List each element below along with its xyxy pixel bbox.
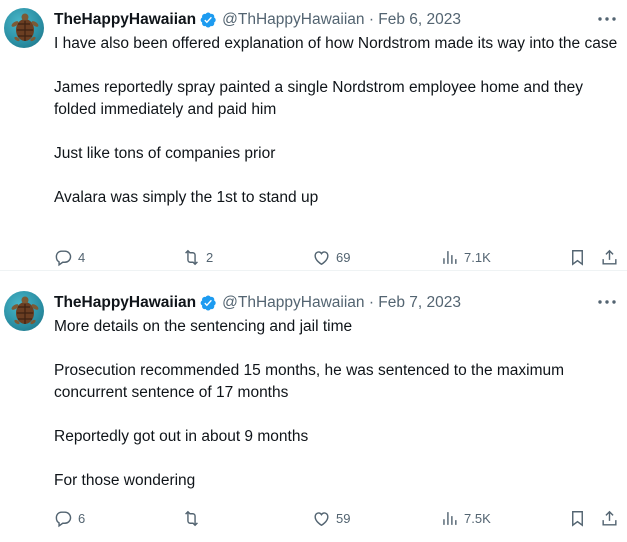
reply-count: 6 [78,510,86,526]
tweet-text: More details on the sentencing and jail … [54,316,622,492]
more-icon[interactable] [597,295,617,309]
display-name[interactable]: TheHappyHawaiian [54,11,196,29]
retweet-count: 2 [206,249,214,265]
bookmark-button[interactable] [568,248,587,267]
tweet[interactable]: TheHappyHawaiian @ThHappyHawaiian · Feb … [0,0,627,271]
like-button[interactable]: 59 [312,509,350,528]
reply-button[interactable]: 4 [54,248,85,267]
display-name[interactable]: TheHappyHawaiian [54,294,196,312]
like-icon [314,511,329,526]
verified-badge-icon[interactable] [199,294,217,312]
tweet-paragraph: Prosecution recommended 15 months, he wa… [54,362,565,401]
action-bar: 6 59 7.5K [54,507,619,529]
like-button[interactable]: 69 [312,248,350,267]
reply-count: 4 [78,249,86,265]
bookmark-icon [572,510,583,527]
tweet-paragraph: Just like tons of companies prior [54,145,276,162]
more-icon[interactable] [597,12,617,26]
tweet[interactable]: TheHappyHawaiian @ThHappyHawaiian · Feb … [0,271,627,542]
retweet-icon [185,510,198,526]
reply-button[interactable]: 6 [54,509,85,528]
timestamp[interactable]: Feb 6, 2023 [378,11,461,28]
views-count: 7.5K [464,510,491,526]
like-count: 69 [336,249,351,265]
views-count: 7.1K [464,249,491,265]
verified-badge-icon[interactable] [199,11,217,29]
views-button[interactable]: 7.5K [440,509,491,528]
tweet-paragraph: James reportedly spray painted a single … [54,79,583,118]
tweet-paragraph: I have also been offered explanation of … [54,35,618,52]
retweet-button[interactable] [182,509,206,528]
bookmark-button[interactable] [568,509,587,528]
tweet-header: TheHappyHawaiian @ThHappyHawaiian · Feb … [54,10,461,30]
share-icon [602,249,617,265]
views-icon [443,250,457,264]
views-icon [443,511,457,525]
like-count: 59 [336,510,351,526]
retweet-button[interactable]: 2 [182,248,213,267]
avatar[interactable] [4,291,44,331]
handle[interactable]: @ThHappyHawaiian · Feb 6, 2023 [222,11,461,29]
like-icon [314,250,329,265]
tweet-paragraph: Avalara was simply the 1st to stand up [54,189,319,206]
tweet-paragraph: More details on the sentencing and jail … [54,318,353,335]
handle[interactable]: @ThHappyHawaiian · Feb 7, 2023 [222,294,461,312]
avatar[interactable] [4,8,44,48]
timestamp[interactable]: Feb 7, 2023 [378,294,461,311]
tweet-text: I have also been offered explanation of … [54,33,622,209]
share-button[interactable] [600,248,619,267]
share-button[interactable] [600,509,619,528]
reply-icon [55,510,72,527]
tweet-paragraph: For those wondering [54,472,196,489]
views-button[interactable]: 7.1K [440,248,491,267]
share-icon [602,510,617,526]
retweet-icon [185,249,198,265]
tweet-paragraph: Reportedly got out in about 9 months [54,428,309,445]
bookmark-icon [572,249,583,266]
reply-icon [55,249,72,266]
action-bar: 4 2 69 7.1K [54,246,619,268]
tweet-header: TheHappyHawaiian @ThHappyHawaiian · Feb … [54,293,461,313]
